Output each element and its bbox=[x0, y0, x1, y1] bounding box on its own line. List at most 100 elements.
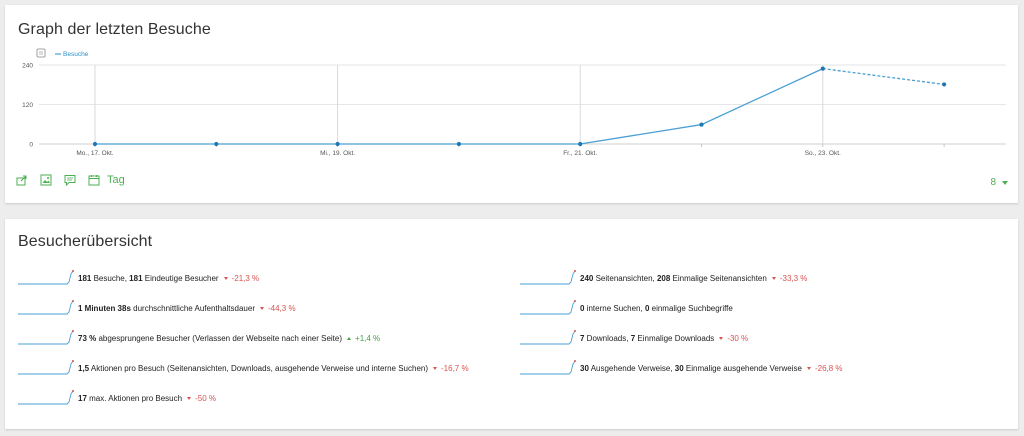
sparkline-icon[interactable] bbox=[520, 358, 576, 378]
metric-label: Einmalige Seitenansichten bbox=[670, 273, 767, 283]
metric-trend: -16,7 % bbox=[441, 363, 469, 373]
metric-trend: -21,3 % bbox=[231, 273, 260, 283]
graph-card: Graph der letzten Besuche Besuche 0 120 24… bbox=[5, 5, 1018, 203]
data-point[interactable] bbox=[820, 66, 825, 71]
metric-row: 1,5 Aktionen pro Besuch (Seitenansichten… bbox=[18, 353, 469, 383]
metrics-column-left: 181 Besuche, 181 Eindeutige Besucher -21,… bbox=[18, 263, 469, 413]
series-limit-value: 8 bbox=[990, 177, 996, 188]
metric-row: 30 Ausgehende Verweise, 30 Einmalige aus… bbox=[520, 353, 843, 383]
metric-text: 17 max. Aktionen pro Besuch bbox=[78, 394, 182, 403]
chart-legend[interactable]: Besuche bbox=[36, 48, 89, 58]
series-line-besuche-incomplete[interactable] bbox=[822, 67, 945, 86]
metric-label: Einmalige ausgehende Verweise bbox=[683, 363, 802, 373]
trend-up-icon bbox=[347, 336, 352, 340]
metric-trend: +1,4 % bbox=[355, 333, 381, 343]
metric-text: 0 interne Suchen, 0 einmalige Suchbegrif… bbox=[580, 304, 733, 313]
metric-row: 0 interne Suchen, 0 einmalige Suchbegrif… bbox=[520, 293, 843, 323]
metric-value: 30 bbox=[580, 363, 589, 373]
chart-series[interactable] bbox=[92, 66, 947, 147]
chart-legend-toggle-icon[interactable] bbox=[36, 48, 46, 58]
metric-row: 17 max. Aktionen pro Besuch -50 % bbox=[18, 383, 469, 413]
metric-label: durchschnittliche Aufenthaltsdauer bbox=[130, 303, 255, 313]
sparkline-icon[interactable] bbox=[520, 268, 576, 288]
data-point[interactable] bbox=[699, 122, 704, 127]
metric-trend: -44,3 % bbox=[267, 303, 296, 313]
data-point[interactable] bbox=[92, 141, 98, 147]
metric-trend: -30 % bbox=[727, 333, 749, 343]
sparkline-icon[interactable] bbox=[520, 328, 576, 348]
metric-label: Einmalige Downloads bbox=[635, 333, 715, 343]
metric-text: 181 Besuche, 181 Eindeutige Besucher bbox=[78, 274, 219, 283]
metric-row: 73 % abgesprungene Besucher (Verlassen d… bbox=[18, 323, 469, 353]
metric-row: 181 Besuche, 181 Eindeutige Besucher -21,… bbox=[18, 263, 469, 293]
sparkline-icon[interactable] bbox=[18, 358, 74, 378]
metric-value: 1 Minuten 38s bbox=[78, 303, 131, 313]
metric-trend: -26,8 % bbox=[814, 363, 843, 373]
period-selector[interactable]: Tag bbox=[107, 174, 125, 186]
calendar-icon[interactable] bbox=[87, 173, 101, 187]
y-tick-label: 0 bbox=[29, 142, 33, 149]
export-icon[interactable] bbox=[15, 173, 29, 187]
trend-down-icon bbox=[259, 306, 264, 310]
metric-label: interne Suchen, bbox=[584, 303, 645, 313]
y-tick-label: 240 bbox=[22, 63, 33, 70]
metric-value: 73 % bbox=[78, 333, 97, 343]
metric-text: 1,5 Aktionen pro Besuch (Seitenansichten… bbox=[78, 364, 428, 373]
metric-value: 208 bbox=[656, 273, 671, 283]
series-limit-select[interactable]: 8 bbox=[990, 177, 1008, 188]
trend-down-icon bbox=[433, 366, 438, 370]
sparkline-icon[interactable] bbox=[18, 268, 74, 288]
x-tick-label: Mi., 19. Okt. bbox=[320, 150, 355, 157]
x-tick-label: So., 23. Okt. bbox=[805, 150, 841, 157]
metric-label: max. Aktionen pro Besuch bbox=[86, 393, 183, 403]
graph-footer-toolbar: Tag bbox=[15, 173, 125, 187]
x-tick-label: Fr., 21. Okt. bbox=[563, 150, 597, 157]
metric-label: Ausgehende Verweise, bbox=[588, 363, 675, 373]
metric-label: Eindeutige Besucher bbox=[142, 273, 219, 283]
data-point[interactable] bbox=[456, 141, 461, 147]
image-icon[interactable] bbox=[39, 173, 53, 187]
metric-row: 1 Minuten 38s durchschnittliche Aufentha… bbox=[18, 293, 469, 323]
trend-down-icon bbox=[806, 366, 811, 370]
trend-down-icon bbox=[223, 276, 228, 280]
metric-label: Downloads, bbox=[584, 333, 631, 343]
trend-down-icon bbox=[187, 396, 192, 400]
legend-series-label: Besuche bbox=[63, 51, 89, 58]
data-point[interactable] bbox=[578, 141, 583, 147]
data-point[interactable] bbox=[335, 141, 340, 147]
metric-label: einmalige Suchbegriffe bbox=[649, 303, 733, 313]
metric-value: 30 bbox=[674, 363, 684, 373]
sparkline-icon[interactable] bbox=[18, 388, 74, 408]
metric-text: 1 Minuten 38s durchschnittliche Aufentha… bbox=[78, 304, 255, 313]
metric-trend: -50 % bbox=[195, 393, 216, 403]
metric-value: 17 bbox=[78, 393, 87, 403]
y-tick-label: 120 bbox=[22, 102, 33, 109]
metric-value: 240 bbox=[580, 273, 594, 283]
data-point[interactable] bbox=[214, 141, 219, 147]
metric-label: Aktionen pro Besuch (Seitenansichten, Do… bbox=[89, 363, 429, 373]
overview-card-title: Besucherübersicht bbox=[18, 233, 153, 250]
chevron-down-icon bbox=[1002, 180, 1008, 185]
metric-label: Besuche, bbox=[91, 273, 130, 283]
trend-down-icon bbox=[719, 336, 724, 340]
trend-down-icon bbox=[771, 276, 776, 280]
sparkline-icon[interactable] bbox=[520, 298, 576, 318]
metrics-column-right: 240 Seitenansichten, 208 Einmalige Seite… bbox=[520, 263, 843, 383]
annotation-icon[interactable] bbox=[63, 173, 77, 187]
sparkline-icon[interactable] bbox=[18, 328, 74, 348]
metric-label: abgesprungene Besucher (Verlassen der We… bbox=[96, 333, 343, 343]
data-point[interactable] bbox=[942, 82, 947, 87]
metric-text: 73 % abgesprungene Besucher (Verlassen d… bbox=[78, 334, 342, 343]
series-line-besuche[interactable] bbox=[95, 68, 824, 145]
metric-trend: -33,3 % bbox=[779, 273, 808, 283]
metric-row: 240 Seitenansichten, 208 Einmalige Seite… bbox=[520, 263, 843, 293]
metric-text: 30 Ausgehende Verweise, 30 Einmalige aus… bbox=[580, 364, 802, 373]
sparkline-icon[interactable] bbox=[18, 298, 74, 318]
overview-card: Besucherübersicht 181 Besuche, 181 Einde… bbox=[5, 219, 1018, 429]
chart-grid bbox=[39, 64, 1006, 145]
metric-value: 181 bbox=[78, 273, 92, 283]
metric-text: 7 Downloads, 7 Einmalige Downloads bbox=[580, 334, 714, 343]
metric-label: Seitenansichten, bbox=[593, 273, 657, 283]
metric-text: 240 Seitenansichten, 208 Einmalige Seite… bbox=[580, 274, 767, 283]
visits-line-chart: Besuche 0 120 240 Mo., 17. Okt. Mi., 19. Okt… bbox=[22, 48, 1006, 157]
